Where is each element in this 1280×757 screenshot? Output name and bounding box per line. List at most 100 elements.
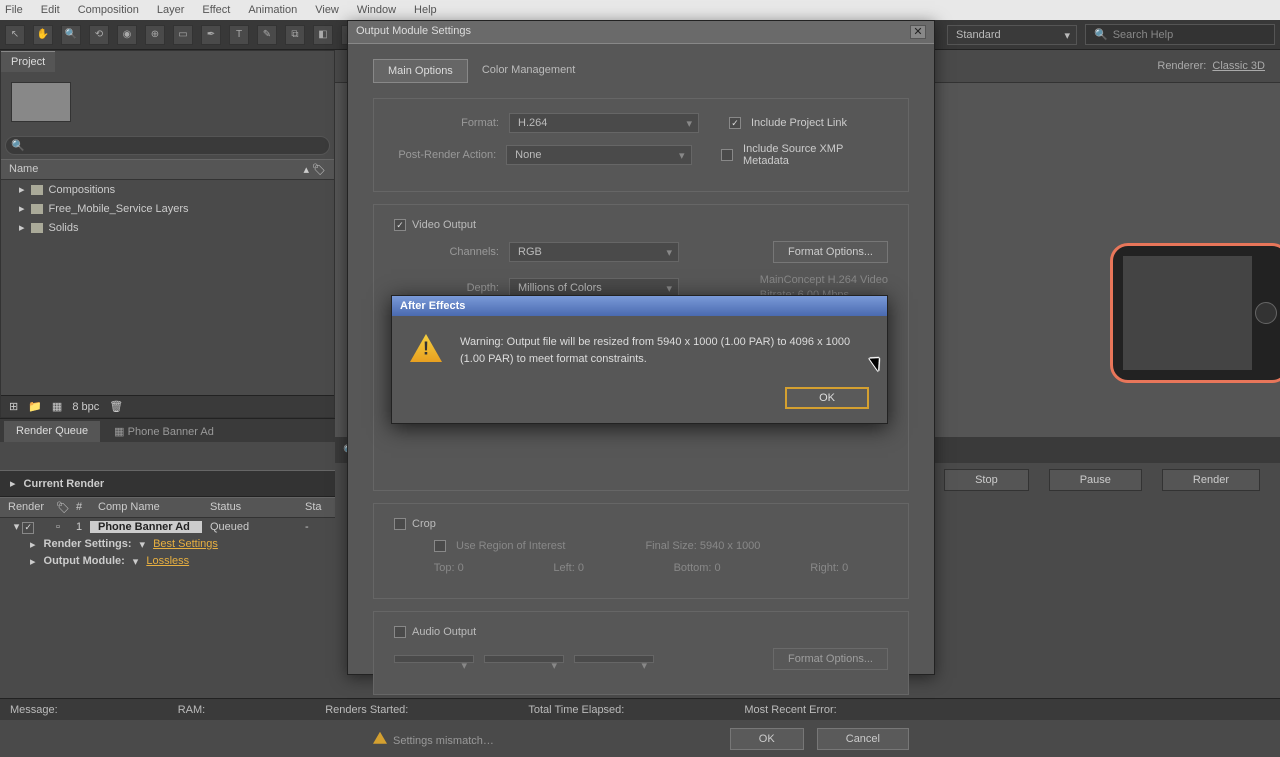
- project-thumbnail[interactable]: [11, 82, 71, 122]
- channels-label: Channels:: [394, 246, 499, 258]
- video-output-checkbox[interactable]: ✓: [394, 219, 406, 231]
- status-message: Message:: [10, 704, 58, 716]
- folder-icon: [31, 223, 43, 233]
- tab-color-management[interactable]: Color Management: [468, 59, 590, 83]
- output-module-link[interactable]: Lossless: [146, 555, 189, 567]
- hand-tool[interactable]: ✋: [33, 25, 53, 45]
- selection-tool[interactable]: ↖: [5, 25, 25, 45]
- render-item-row[interactable]: ▾ ✓ ▫ 1 Phone Banner Ad Queued -: [0, 518, 335, 536]
- audio-depth-dropdown: [484, 655, 564, 663]
- menu-view[interactable]: View: [315, 4, 339, 16]
- project-panel: Project 🔍 Name▴ 🏷 ▸Compositions ▸Free_Mo…: [0, 50, 335, 418]
- search-placeholder: Search Help: [1113, 29, 1174, 41]
- project-footer: ⊞ 📁 ▦ 8 bpc 🗑: [1, 395, 334, 417]
- dropdown-icon[interactable]: ▾: [133, 555, 139, 568]
- crop-checkbox[interactable]: [394, 518, 406, 530]
- render-table-header: Render 🏷 # Comp Name Status Sta: [0, 497, 335, 518]
- dialog-cancel-button[interactable]: Cancel: [817, 728, 909, 750]
- menu-help[interactable]: Help: [414, 4, 437, 16]
- camera-tool[interactable]: ◉: [117, 25, 137, 45]
- zoom-tool[interactable]: 🔍: [61, 25, 81, 45]
- alert-titlebar[interactable]: After Effects: [392, 296, 887, 316]
- search-icon: 🔍: [1094, 28, 1108, 41]
- phone-screen: [1123, 256, 1252, 370]
- pen-tool[interactable]: ✒: [201, 25, 221, 45]
- comp-icon[interactable]: ▦: [52, 400, 62, 413]
- phone-home-button: [1255, 302, 1277, 324]
- render-queue-panel: Render Queue ▦ Phone Banner Ad ▸ Current…: [0, 418, 335, 698]
- post-render-dropdown[interactable]: None: [506, 145, 691, 165]
- search-help-input[interactable]: 🔍 Search Help: [1085, 24, 1275, 45]
- settings-mismatch: Settings mismatch…: [373, 732, 494, 747]
- menu-animation[interactable]: Animation: [248, 4, 297, 16]
- output-module-row: ▸ Output Module: ▾ Lossless: [0, 553, 335, 570]
- renderer-link[interactable]: Classic 3D: [1212, 60, 1265, 72]
- comp-tab[interactable]: ▦ Phone Banner Ad: [102, 421, 226, 442]
- menu-window[interactable]: Window: [357, 4, 396, 16]
- menu-composition[interactable]: Composition: [78, 4, 139, 16]
- current-render-header[interactable]: ▸ Current Render: [0, 470, 335, 497]
- render-button[interactable]: Render: [1162, 469, 1260, 491]
- folder-icon: [31, 185, 43, 195]
- format-options-button[interactable]: Format Options...: [773, 241, 888, 263]
- roi-label: Use Region of Interest: [456, 540, 565, 552]
- render-queue-tab[interactable]: Render Queue: [4, 421, 100, 442]
- pause-button[interactable]: Pause: [1049, 469, 1142, 491]
- final-size: Final Size: 5940 x 1000: [645, 540, 760, 552]
- dropdown-icon[interactable]: ▾: [140, 538, 146, 551]
- render-settings-row: ▸ Render Settings: ▾ Best Settings: [0, 536, 335, 553]
- format-label: Format:: [394, 117, 499, 129]
- menu-bar: File Edit Composition Layer Effect Anima…: [0, 0, 1280, 20]
- render-checkbox[interactable]: ✓: [22, 522, 34, 534]
- text-tool[interactable]: T: [229, 25, 249, 45]
- close-icon[interactable]: ✕: [910, 25, 926, 39]
- format-dropdown[interactable]: H.264: [509, 113, 699, 133]
- include-xmp-checkbox[interactable]: [721, 149, 733, 161]
- alert-message: Warning: Output file will be resized fro…: [460, 334, 869, 367]
- project-folder[interactable]: ▸Solids: [1, 218, 334, 237]
- rect-tool[interactable]: ▭: [173, 25, 193, 45]
- audio-rate-dropdown: [394, 655, 474, 663]
- project-name-header[interactable]: Name▴ 🏷: [1, 159, 334, 180]
- folder-icon: [31, 204, 43, 214]
- pan-behind-tool[interactable]: ⊕: [145, 25, 165, 45]
- warning-icon: [410, 334, 442, 362]
- rotate-tool[interactable]: ⟲: [89, 25, 109, 45]
- menu-edit[interactable]: Edit: [41, 4, 60, 16]
- depth-label: Depth:: [394, 282, 499, 294]
- audio-output-checkbox[interactable]: [394, 626, 406, 638]
- trash-icon[interactable]: 🗑: [109, 400, 123, 413]
- render-settings-link[interactable]: Best Settings: [153, 538, 218, 550]
- dialog-titlebar[interactable]: Output Module Settings ✕: [348, 21, 934, 44]
- workspace-dropdown[interactable]: Standard: [947, 25, 1077, 45]
- alert-ok-button[interactable]: OK: [785, 387, 869, 409]
- bpc-toggle[interactable]: 8 bpc: [72, 401, 99, 413]
- tab-main-options[interactable]: Main Options: [373, 59, 468, 83]
- project-list: ▸Compositions ▸Free_Mobile_Service Layer…: [1, 180, 334, 395]
- include-xmp-label: Include Source XMP Metadata: [743, 143, 888, 167]
- channels-dropdown[interactable]: RGB: [509, 242, 679, 262]
- brush-tool[interactable]: ✎: [257, 25, 277, 45]
- roi-checkbox: [434, 540, 446, 552]
- project-folder[interactable]: ▸Compositions: [1, 180, 334, 199]
- menu-effect[interactable]: Effect: [202, 4, 230, 16]
- post-render-label: Post-Render Action:: [394, 149, 496, 161]
- include-link-label: Include Project Link: [751, 117, 847, 129]
- folder-icon[interactable]: 📁: [28, 400, 42, 413]
- project-tab[interactable]: Project: [1, 51, 55, 72]
- menu-file[interactable]: File: [5, 4, 23, 16]
- project-folder[interactable]: ▸Free_Mobile_Service Layers: [1, 199, 334, 218]
- warning-icon: [373, 732, 387, 744]
- phone-mockup: [1110, 243, 1280, 383]
- warning-alert-dialog: After Effects Warning: Output file will …: [391, 295, 888, 424]
- eraser-tool[interactable]: ◧: [313, 25, 333, 45]
- include-link-checkbox[interactable]: ✓: [729, 117, 741, 129]
- stop-button[interactable]: Stop: [944, 469, 1029, 491]
- audio-format-options-button: Format Options...: [773, 648, 888, 670]
- interpret-icon[interactable]: ⊞: [9, 400, 18, 413]
- dialog-ok-button[interactable]: OK: [730, 728, 804, 750]
- clone-tool[interactable]: ⧉: [285, 25, 305, 45]
- menu-layer[interactable]: Layer: [157, 4, 185, 16]
- audio-channels-dropdown: [574, 655, 654, 663]
- project-search[interactable]: 🔍: [5, 136, 330, 155]
